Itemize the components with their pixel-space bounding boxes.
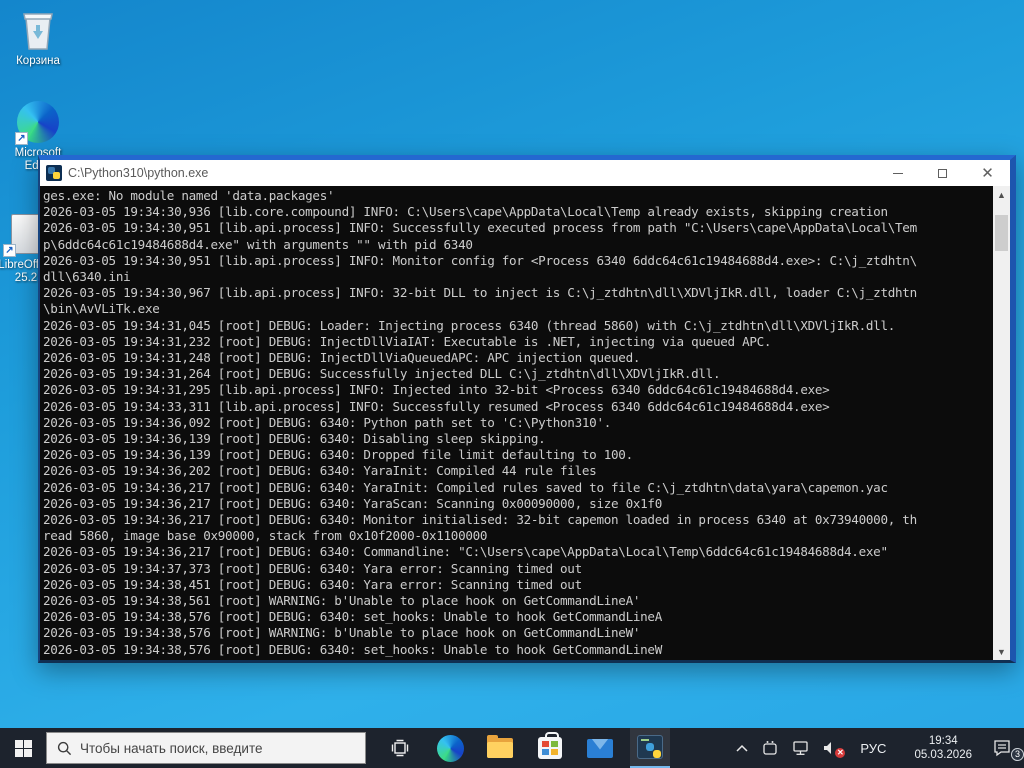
console-log-line: dll\6340.ini bbox=[43, 269, 131, 285]
close-icon: ✕ bbox=[981, 163, 994, 182]
console-log-line: 2026-03-05 19:34:36,139 [root] DEBUG: 63… bbox=[43, 447, 633, 463]
console-log-line: 2026-03-05 19:34:38,576 [root] WARNING: … bbox=[43, 625, 641, 641]
console-log-line: 2026-03-05 19:34:37,373 [root] DEBUG: 63… bbox=[43, 560, 582, 576]
console-output-area[interactable]: ges.exe: No module named 'data.packages'… bbox=[40, 186, 1010, 660]
console-log-line: 2026-03-05 19:34:36,202 [root] DEBUG: 63… bbox=[43, 463, 597, 479]
console-log-line: p\6ddc64c61c19484688d4.exe" with argumen… bbox=[43, 236, 473, 252]
console-log-line: 2026-03-05 19:34:38,561 [root] WARNING: … bbox=[43, 593, 641, 609]
recycle-bin-icon bbox=[16, 8, 60, 52]
console-log-line: 2026-03-05 19:34:38,451 [root] DEBUG: 63… bbox=[43, 576, 582, 592]
console-log-line: 2026-03-05 19:34:30,936 [lib.core.compou… bbox=[43, 204, 888, 220]
volume-muted-badge: ✕ bbox=[835, 748, 846, 758]
close-button[interactable]: ✕ bbox=[965, 160, 1010, 186]
console-log-line: ges.exe: No module named 'data.packages' bbox=[43, 188, 335, 203]
desktop-wallpaper[interactable]: Корзина ↗ Microsoft Edge ↗ LibreOffice 2… bbox=[0, 0, 1024, 768]
network-icon bbox=[793, 741, 809, 755]
search-placeholder: Чтобы начать поиск, введите bbox=[80, 740, 263, 756]
console-log-line: 2026-03-05 19:34:31,232 [root] DEBUG: In… bbox=[43, 333, 772, 349]
scroll-up-icon[interactable]: ▲ bbox=[993, 186, 1010, 203]
taskbar-mail-button[interactable] bbox=[580, 728, 620, 768]
console-log-line: 2026-03-05 19:34:36,217 [root] DEBUG: 63… bbox=[43, 544, 888, 560]
minimize-icon bbox=[892, 172, 903, 174]
vertical-scrollbar[interactable]: ▲ ▼ bbox=[993, 186, 1010, 660]
tray-network-button[interactable] bbox=[785, 728, 816, 768]
console-log-line: 2026-03-05 19:34:33,311 [lib.api.process… bbox=[43, 398, 830, 414]
notification-count-badge: 3 bbox=[1011, 748, 1024, 761]
tray-tablet-button[interactable] bbox=[755, 728, 785, 768]
taskbar-python-console-button[interactable] bbox=[630, 728, 670, 768]
python-console-window: C:\Python310\python.exe ✕ ges.exe: No mo… bbox=[38, 155, 1016, 663]
console-log-line: \bin\AvVLiTk.exe bbox=[43, 301, 160, 317]
console-log-line: 2026-03-05 19:34:30,951 [lib.api.process… bbox=[43, 252, 917, 268]
console-log-line: 2026-03-05 19:34:38,576 [root] DEBUG: 63… bbox=[43, 641, 662, 657]
shortcut-arrow-icon: ↗ bbox=[15, 132, 28, 145]
tray-volume-button[interactable]: ✕ bbox=[816, 728, 846, 768]
console-log-line: read 5860, image base 0x90000, stack fro… bbox=[43, 528, 488, 544]
tray-show-hidden-icons-button[interactable] bbox=[729, 728, 755, 768]
file-explorer-icon bbox=[487, 735, 513, 758]
scrollbar-track[interactable] bbox=[993, 203, 1010, 643]
taskbar-edge-button[interactable] bbox=[430, 728, 470, 768]
console-log-line: 2026-03-05 19:34:31,295 [lib.api.process… bbox=[43, 382, 830, 398]
action-center-icon bbox=[994, 740, 1010, 757]
task-view-icon bbox=[391, 739, 409, 757]
mail-icon bbox=[587, 738, 613, 758]
maximize-button[interactable] bbox=[920, 160, 965, 186]
console-log-line: 2026-03-05 19:34:30,951 [lib.api.process… bbox=[43, 220, 917, 236]
chevron-up-icon bbox=[736, 744, 748, 752]
console-log-line: 2026-03-05 19:34:31,248 [root] DEBUG: In… bbox=[43, 350, 641, 366]
task-view-button[interactable] bbox=[380, 728, 420, 768]
shortcut-arrow-icon: ↗ bbox=[3, 244, 16, 257]
console-log-line: 2026-03-05 19:34:31,045 [root] DEBUG: Lo… bbox=[43, 317, 896, 333]
console-log-line: 2026-03-05 19:34:36,217 [root] DEBUG: 63… bbox=[43, 495, 662, 511]
taskbar: Чтобы начать поиск, введите ✕ РУС 19:34 … bbox=[0, 728, 1024, 768]
edge-icon: ↗ bbox=[15, 100, 60, 145]
console-log-line: 2026-03-05 19:34:36,217 [root] DEBUG: 63… bbox=[43, 479, 888, 495]
start-button[interactable] bbox=[0, 728, 46, 768]
windows-logo-icon bbox=[14, 739, 32, 757]
clock-date: 05.03.2026 bbox=[914, 749, 972, 761]
minimize-button[interactable] bbox=[875, 160, 920, 186]
scroll-down-icon[interactable]: ▼ bbox=[993, 643, 1010, 660]
console-log-line: 2026-03-05 19:34:36,139 [root] DEBUG: 63… bbox=[43, 431, 546, 447]
tray-clock-button[interactable]: 19:34 05.03.2026 bbox=[900, 728, 986, 768]
desktop-icon-recycle-bin[interactable]: Корзина bbox=[0, 8, 76, 68]
console-log-line: 2026-03-05 19:34:36,217 [root] DEBUG: 63… bbox=[43, 512, 917, 528]
microsoft-store-icon bbox=[538, 732, 562, 759]
language-label: РУС bbox=[860, 740, 887, 756]
clock-time: 19:34 bbox=[928, 735, 958, 747]
window-title-bar[interactable]: C:\Python310\python.exe ✕ bbox=[40, 160, 1010, 186]
desktop-icon-label: Корзина bbox=[16, 55, 60, 67]
taskbar-store-button[interactable] bbox=[530, 728, 570, 768]
window-title: C:\Python310\python.exe bbox=[68, 166, 209, 180]
action-center-button[interactable]: 3 bbox=[986, 728, 1024, 768]
tablet-icon bbox=[763, 741, 778, 755]
console-log-line: 2026-03-05 19:34:30,967 [lib.api.process… bbox=[43, 285, 917, 301]
scrollbar-thumb[interactable] bbox=[995, 215, 1008, 251]
console-log: ges.exe: No module named 'data.packages'… bbox=[43, 188, 990, 658]
edge-icon bbox=[436, 734, 464, 762]
search-icon bbox=[57, 741, 72, 755]
console-log-line: 2026-03-05 19:34:36,092 [root] DEBUG: 63… bbox=[43, 414, 612, 430]
python-console-icon bbox=[637, 735, 663, 759]
python-console-icon bbox=[46, 165, 62, 181]
taskbar-search-input[interactable]: Чтобы начать поиск, введите bbox=[46, 732, 366, 764]
maximize-icon bbox=[938, 168, 947, 178]
console-log-line: 2026-03-05 19:34:38,576 [root] DEBUG: 63… bbox=[43, 609, 662, 625]
console-log-line: 2026-03-05 19:34:31,264 [root] DEBUG: Su… bbox=[43, 366, 721, 382]
taskbar-file-explorer-button[interactable] bbox=[480, 728, 520, 768]
tray-language-button[interactable]: РУС bbox=[846, 728, 900, 768]
